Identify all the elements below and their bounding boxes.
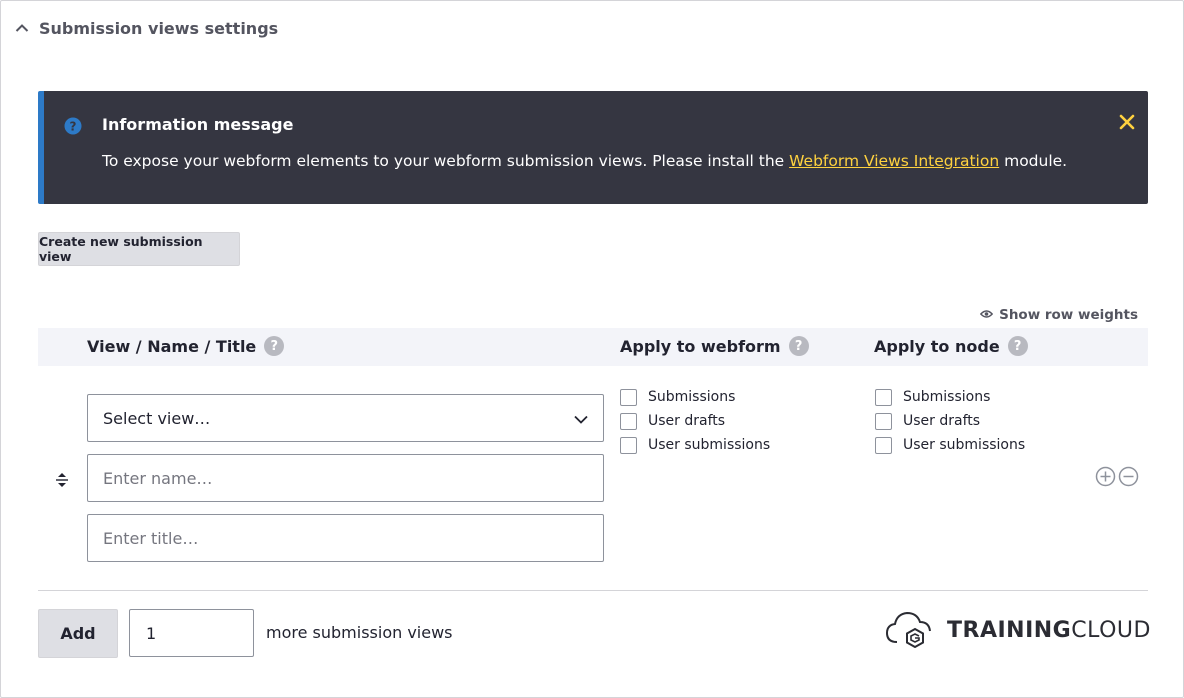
checkbox-label: Submissions — [903, 389, 991, 405]
column-header-node: Apply to node ? — [874, 336, 1028, 356]
checkbox-box[interactable] — [620, 412, 637, 430]
column-header-webform: Apply to webform ? — [620, 336, 809, 356]
svg-text:?: ? — [70, 120, 77, 134]
submission-views-details: Submission views settings ? Information … — [0, 0, 1184, 698]
message-text-after: module. — [999, 152, 1068, 170]
show-row-weights-label: Show row weights — [999, 307, 1138, 323]
checkbox-label: Submissions — [648, 389, 736, 405]
drag-handle-icon[interactable] — [54, 471, 70, 489]
remove-row-icon[interactable] — [1118, 466, 1139, 487]
details-summary-title: Submission views settings — [39, 18, 279, 38]
node-submissions-checkbox[interactable]: Submissions — [875, 385, 1025, 409]
information-message: ? Information message To expose your web… — [38, 91, 1148, 204]
apply-to-webform-options: Submissions User drafts User submissions — [620, 385, 770, 457]
divider — [38, 590, 1148, 591]
webform-views-integration-link[interactable]: Webform Views Integration — [789, 152, 999, 170]
table-header: View / Name / Title ? Apply to webform ?… — [38, 328, 1148, 366]
add-row-icon[interactable] — [1095, 466, 1116, 487]
apply-to-node-options: Submissions User drafts User submissions — [875, 385, 1025, 457]
close-icon[interactable] — [1116, 111, 1138, 133]
checkbox-box[interactable] — [875, 412, 892, 430]
add-button[interactable]: Add — [38, 609, 118, 658]
create-new-submission-view-button[interactable]: Create new submission view — [38, 232, 240, 266]
help-icon[interactable]: ? — [1007, 336, 1028, 356]
chevron-down-icon — [574, 409, 588, 428]
column-header-webform-label: Apply to webform — [620, 336, 781, 356]
cloud-logo-icon — [885, 608, 935, 652]
title-field[interactable] — [87, 514, 604, 562]
checkbox-label: User drafts — [648, 413, 726, 429]
message-body: To expose your webform elements to your … — [102, 152, 1067, 170]
logo-wordmark-part2: CLOUD — [1071, 617, 1151, 643]
help-circle-icon: ? — [64, 117, 82, 135]
name-field[interactable] — [87, 454, 604, 502]
checkbox-box[interactable] — [620, 436, 637, 454]
help-icon[interactable]: ? — [264, 336, 285, 356]
checkbox-label: User submissions — [903, 437, 1026, 453]
title-input[interactable] — [103, 528, 588, 548]
more-submission-views-label: more submission views — [266, 623, 453, 642]
message-text-before: To expose your webform elements to your … — [102, 152, 790, 170]
webform-user-drafts-checkbox[interactable]: User drafts — [620, 409, 770, 433]
details-summary-toggle[interactable]: Submission views settings — [13, 15, 278, 41]
column-header-view: View / Name / Title ? — [87, 336, 285, 356]
column-header-node-label: Apply to node — [874, 336, 1000, 356]
name-input[interactable] — [103, 468, 588, 488]
chevron-up-icon — [13, 19, 31, 37]
column-header-view-label: View / Name / Title — [87, 336, 257, 356]
show-row-weights-toggle[interactable]: Show row weights — [979, 306, 1138, 324]
logo-wordmark-part1: TRAINING — [947, 617, 1072, 643]
checkbox-label: User submissions — [648, 437, 771, 453]
checkbox-box[interactable] — [620, 388, 637, 406]
checkbox-box[interactable] — [875, 436, 892, 454]
checkbox-label: User drafts — [903, 413, 981, 429]
node-user-drafts-checkbox[interactable]: User drafts — [875, 409, 1025, 433]
eye-icon — [979, 307, 994, 323]
node-user-submissions-checkbox[interactable]: User submissions — [875, 433, 1025, 457]
logo-wordmark: TRAININGCLOUD — [947, 618, 1151, 643]
view-select[interactable]: Select view… — [87, 394, 604, 442]
trainingcloud-logo: TRAININGCLOUD — [885, 610, 1151, 650]
more-count-input[interactable]: 1 — [129, 609, 254, 657]
help-icon[interactable]: ? — [788, 336, 809, 356]
checkbox-box[interactable] — [875, 388, 892, 406]
row-operations — [1095, 466, 1139, 487]
view-select-value: Select view… — [103, 408, 211, 428]
webform-user-submissions-checkbox[interactable]: User submissions — [620, 433, 770, 457]
webform-submissions-checkbox[interactable]: Submissions — [620, 385, 770, 409]
message-title: Information message — [102, 115, 294, 134]
